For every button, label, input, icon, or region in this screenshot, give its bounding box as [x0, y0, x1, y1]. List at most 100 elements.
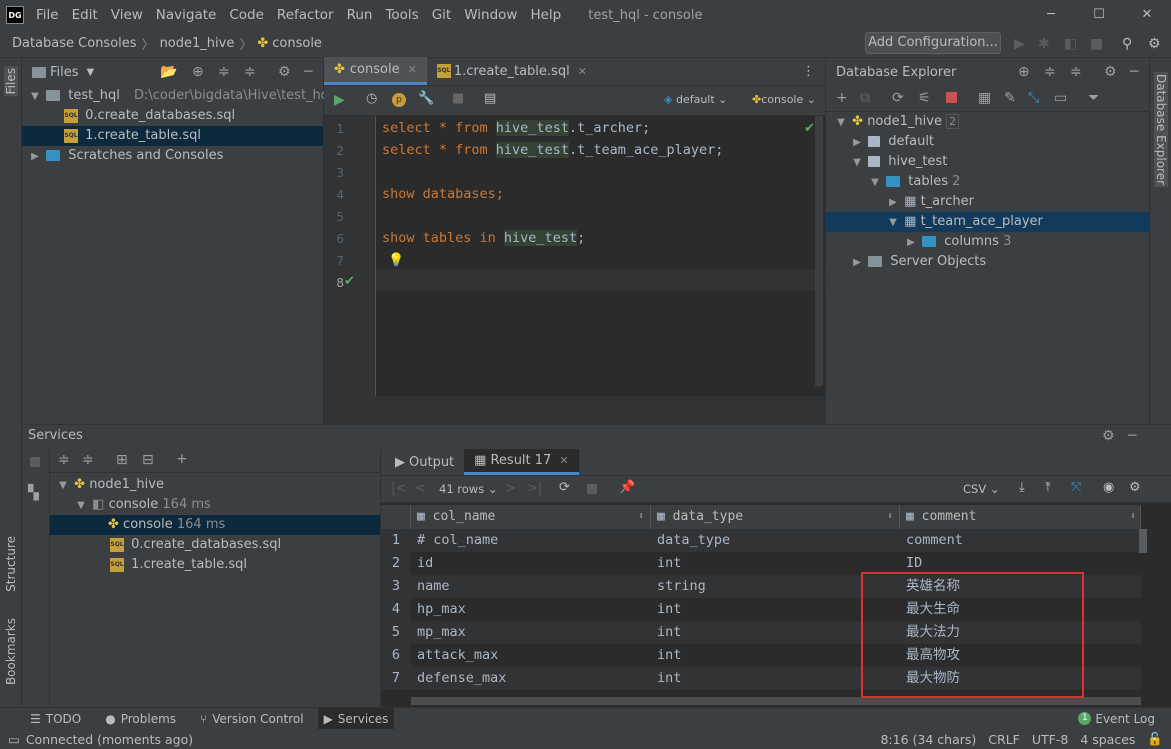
- search-icon[interactable]: ⚲: [1122, 36, 1132, 52]
- settings-icon[interactable]: ⚙: [1148, 36, 1161, 52]
- lock-icon[interactable]: 🔓: [1147, 731, 1163, 747]
- expand-arrow-icon[interactable]: ▼: [834, 113, 848, 133]
- expand-arrow-icon[interactable]: ▼: [886, 213, 900, 233]
- tree-root[interactable]: ▼ test_hql D:\coder\bigdata\Hive\test_hq…: [22, 86, 333, 107]
- jump-icon[interactable]: ⤡: [1028, 90, 1039, 106]
- gear-icon[interactable]: ⚙: [278, 64, 291, 80]
- svc-console-group[interactable]: ▼ ◧ console 164 ms: [50, 495, 380, 515]
- structure-stripe-tab[interactable]: Structure: [4, 536, 18, 592]
- expand-arrow-icon[interactable]: ▶: [904, 233, 918, 253]
- execute-icon[interactable]: ▶: [334, 92, 345, 108]
- menu-file[interactable]: File: [36, 7, 59, 23]
- next-page-icon[interactable]: >: [505, 481, 516, 496]
- filter-icon[interactable]: ⊟: [142, 452, 154, 468]
- expand-arrow-icon[interactable]: ▼: [56, 476, 70, 496]
- sort-icon[interactable]: ⬍: [1130, 505, 1136, 529]
- expand-arrow-icon[interactable]: ▼: [74, 496, 88, 516]
- columns-folder[interactable]: ▶ columns 3: [826, 232, 1149, 252]
- table-cell[interactable]: data_type: [657, 529, 730, 552]
- table-cell[interactable]: defense_max: [417, 667, 506, 690]
- close-tab-icon[interactable]: ✕: [578, 65, 587, 78]
- file-item[interactable]: SQL 0.create_databases.sql: [22, 106, 323, 126]
- scratches-item[interactable]: ▶ Scratches and Consoles: [22, 146, 323, 166]
- query-console-icon[interactable]: ▭: [1054, 90, 1067, 106]
- stop-icon[interactable]: [587, 484, 597, 494]
- export-format[interactable]: CSV ⌄: [963, 482, 1000, 496]
- tab-output[interactable]: ▶ Output: [381, 449, 464, 475]
- files-title[interactable]: Files: [50, 65, 79, 80]
- session-selector[interactable]: ✤console ⌄: [752, 93, 816, 106]
- menu-code[interactable]: Code: [229, 7, 264, 23]
- breadcrumb-database-consoles[interactable]: Database Consoles: [12, 36, 137, 51]
- table-cell[interactable]: id: [417, 552, 433, 575]
- column-header-comment[interactable]: ▦ comment ⬍: [900, 505, 1141, 529]
- stop-icon[interactable]: ■: [452, 91, 464, 106]
- add-icon[interactable]: +: [836, 90, 848, 106]
- expand-arrow-icon[interactable]: ▼: [850, 153, 864, 173]
- sort-icon[interactable]: ⬍: [638, 505, 644, 529]
- expand-arrow-icon[interactable]: ▶: [28, 147, 42, 167]
- collapse-all-icon[interactable]: ≑: [82, 452, 94, 468]
- menu-run[interactable]: Run: [347, 7, 373, 23]
- menu-navigate[interactable]: Navigate: [156, 7, 217, 23]
- upload-icon[interactable]: ⤒: [1045, 480, 1051, 495]
- prev-page-icon[interactable]: <: [415, 481, 426, 496]
- first-page-icon[interactable]: |<: [391, 481, 406, 496]
- table-cell[interactable]: attack_max: [417, 644, 498, 667]
- debug-icon[interactable]: ✱: [1038, 36, 1050, 52]
- expand-arrow-icon[interactable]: ▶: [850, 133, 864, 153]
- download-icon[interactable]: ⤓: [1019, 480, 1025, 495]
- edit-icon[interactable]: ✎: [1004, 90, 1016, 106]
- column-header-data-type[interactable]: ▦ data_type ⬍: [651, 505, 900, 529]
- table-view-icon[interactable]: ▤: [484, 91, 496, 106]
- file-encoding[interactable]: UTF-8: [1032, 732, 1068, 747]
- schema-default[interactable]: ▶ default: [826, 132, 1149, 152]
- expand-arrow-icon[interactable]: ▼: [28, 87, 42, 107]
- run-icon[interactable]: ▶: [1014, 36, 1025, 52]
- breadcrumb-console[interactable]: console: [272, 36, 322, 51]
- close-tab-icon[interactable]: ✕: [408, 63, 417, 76]
- collapse-all-icon[interactable]: ≑: [244, 64, 256, 80]
- table-cell[interactable]: int: [657, 644, 681, 667]
- svc-file[interactable]: SQL 1.create_table.sql: [50, 555, 380, 575]
- sort-icon[interactable]: ⬍: [887, 505, 893, 529]
- add-icon[interactable]: +: [176, 451, 188, 467]
- hide-icon[interactable]: ─: [1130, 64, 1138, 80]
- collapse-all-icon[interactable]: ≑: [1070, 64, 1082, 80]
- bulb-icon[interactable]: 💡: [388, 253, 404, 268]
- stop-icon[interactable]: ■: [1090, 36, 1103, 52]
- table-t-team-ace-player[interactable]: ▼ ▦ t_team_ace_player: [826, 212, 1149, 232]
- more-tabs-icon[interactable]: ⋮: [802, 64, 815, 79]
- schema-selector[interactable]: ◈ default ⌄: [664, 93, 727, 106]
- expand-arrow-icon[interactable]: ▼: [868, 173, 882, 193]
- layout-icon[interactable]: ▚: [28, 485, 39, 501]
- menu-edit[interactable]: Edit: [72, 7, 98, 23]
- menu-window[interactable]: Window: [464, 7, 517, 23]
- grid-scrollbar[interactable]: [1139, 529, 1147, 553]
- table-cell[interactable]: mp_max: [417, 621, 466, 644]
- history-icon[interactable]: ◷: [366, 91, 377, 106]
- open-folder-icon[interactable]: 📂: [160, 64, 177, 80]
- close-tab-icon[interactable]: ✕: [559, 454, 568, 467]
- properties-icon[interactable]: ⚟: [918, 90, 931, 106]
- expand-all-icon[interactable]: ≑: [58, 452, 70, 468]
- table-cell[interactable]: # col_name: [417, 529, 498, 552]
- last-page-icon[interactable]: >|: [527, 481, 542, 496]
- locate-icon[interactable]: ⊕: [192, 64, 204, 80]
- files-stripe-tab[interactable]: Files: [4, 66, 18, 97]
- gear-icon[interactable]: ⚙: [1129, 480, 1141, 495]
- services-tool-button[interactable]: ▶ Services: [317, 707, 395, 730]
- wrench-icon[interactable]: 🔧: [418, 91, 434, 106]
- hide-icon[interactable]: ─: [1128, 425, 1136, 447]
- db-node[interactable]: ▼ ✤ node1_hive 2: [826, 112, 1149, 132]
- pin-icon[interactable]: 📌: [619, 480, 635, 495]
- table-cell[interactable]: int: [657, 598, 681, 621]
- tab-result[interactable]: ▦ Result 17 ✕: [464, 449, 579, 475]
- table-cell[interactable]: string: [657, 575, 706, 598]
- refresh-icon[interactable]: ⟳: [892, 90, 904, 106]
- expand-arrow-icon[interactable]: ▶: [886, 193, 900, 213]
- menu-git[interactable]: Git: [432, 7, 452, 23]
- table-row[interactable]: 1 # col_name data_type comment: [381, 529, 1141, 552]
- svc-console[interactable]: ✤ console 164 ms: [50, 515, 380, 535]
- compare-icon[interactable]: ⤧: [1071, 480, 1081, 495]
